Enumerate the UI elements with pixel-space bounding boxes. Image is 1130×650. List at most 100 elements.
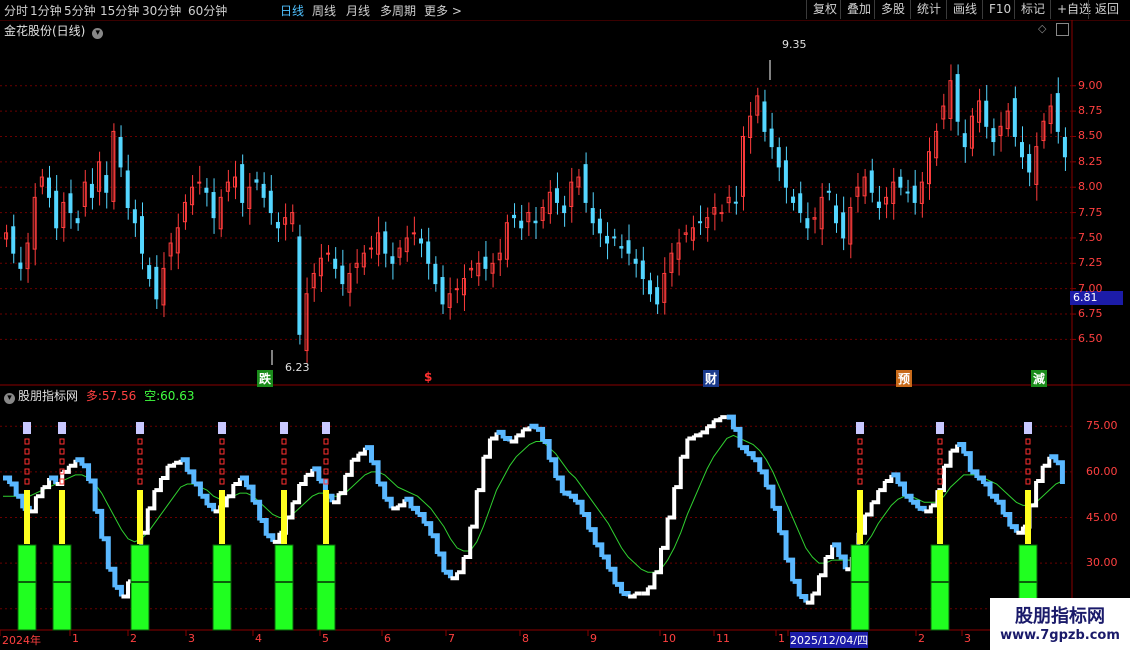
period-tab-8[interactable]: 月线	[346, 2, 370, 19]
toolbar-button-0[interactable]: 复权	[806, 0, 843, 19]
signal-bar	[930, 544, 950, 631]
candle-body	[419, 238, 424, 244]
duo-line-segment	[417, 511, 427, 524]
candle-body	[898, 176, 903, 188]
duo-line-segment	[608, 566, 618, 585]
signal-dollar[interactable]: $	[422, 370, 435, 384]
candle-body	[533, 220, 538, 224]
period-tab-1[interactable]: 1分钟	[30, 2, 62, 19]
x-tick-label: 3	[188, 632, 195, 645]
candle-body	[869, 170, 874, 193]
candle-body	[118, 136, 123, 168]
toolbar-button-6[interactable]: 标记	[1014, 0, 1051, 19]
duo-line-segment	[9, 481, 19, 497]
duo-line-segment	[950, 444, 960, 453]
signal-dash	[1025, 448, 1031, 455]
candle-body	[912, 185, 917, 203]
period-tab-3[interactable]: 15分钟	[100, 2, 139, 19]
signal-bar	[52, 544, 72, 631]
chart-canvas	[0, 20, 1130, 650]
toolbar-button-3[interactable]: 统计	[910, 0, 947, 19]
x-tick-label: 9	[590, 632, 597, 645]
diamond-icon[interactable]: ◇	[1038, 22, 1046, 35]
toolbar-button-8[interactable]: 返回	[1088, 0, 1125, 19]
toolbar-button-1[interactable]: 叠加	[840, 0, 877, 19]
candle-body	[798, 193, 803, 214]
duo-line-segment	[457, 557, 466, 575]
chevron-down-icon[interactable]: ▾	[92, 28, 104, 39]
signal-stem	[281, 490, 287, 544]
signal-dash	[323, 438, 329, 445]
y-tick-label: 7.00	[1078, 281, 1103, 295]
duo-line-segment	[667, 487, 677, 520]
signal-die[interactable]: 跌	[257, 370, 274, 387]
duo-line-segment	[621, 591, 631, 597]
duo-line-segment	[654, 547, 664, 575]
panel-toggle-icon[interactable]	[1056, 23, 1069, 36]
signal-dash	[137, 478, 143, 485]
duo-line-segment	[483, 438, 492, 459]
duo-label: 多:	[85, 389, 102, 403]
high-price-label: 9.35	[782, 38, 807, 51]
duo-line-segment	[1009, 524, 1019, 533]
x-tick-label: 11	[716, 632, 730, 645]
toolbar-button-2[interactable]: 多股	[874, 0, 911, 19]
duo-line-segment	[976, 475, 986, 485]
duo-line-segment	[865, 502, 874, 517]
duo-line-segment	[911, 499, 921, 509]
signal-dash	[137, 448, 143, 455]
candle-body	[11, 226, 16, 254]
signal-dash	[24, 438, 30, 445]
x-tick-label: 2	[130, 632, 137, 645]
signal-dash	[59, 458, 65, 465]
period-toolbar: 分时 1分钟 5分钟 15分钟 30分钟 60分钟 日线 周线 月线 多周期 更多 > 复权 叠加 多股统…	[0, 0, 1130, 21]
signal-dash	[1025, 438, 1031, 445]
period-tab-10[interactable]: 更多 >	[424, 2, 462, 19]
period-tab-4[interactable]: 30分钟	[142, 2, 181, 19]
period-tab-7[interactable]: 周线	[312, 2, 336, 19]
candle-body	[562, 205, 567, 214]
duo-line-segment	[259, 518, 269, 536]
period-tab-6[interactable]: 日线	[280, 2, 304, 19]
duo-line-segment	[707, 420, 716, 429]
signal-dash	[24, 458, 30, 465]
duo-line-segment	[878, 481, 887, 493]
period-tab-9[interactable]: 多周期	[380, 2, 416, 19]
signal-cap	[136, 422, 144, 434]
gear-icon[interactable]: ▾	[4, 393, 15, 404]
signal-stem	[857, 490, 863, 544]
candle-body	[554, 188, 559, 203]
candle-body	[47, 177, 52, 198]
duo-line-segment	[661, 517, 670, 550]
candle-body	[655, 287, 660, 305]
duo-line-segment	[884, 474, 894, 484]
duo-line-segment	[397, 499, 407, 508]
y-tick-label: 9.00	[1078, 78, 1103, 92]
signal-bar	[850, 544, 870, 631]
signal-stem	[219, 490, 225, 544]
duo-line-segment	[358, 447, 367, 456]
x-tick-label: 1	[778, 632, 785, 645]
period-tab-5[interactable]: 60分钟	[188, 2, 227, 19]
signal-bar	[130, 544, 150, 631]
signal-dash	[137, 438, 143, 445]
signal-dash	[323, 458, 329, 465]
candle-body	[326, 252, 331, 255]
candle-body	[18, 262, 23, 269]
signal-cai[interactable]: 财	[703, 370, 720, 387]
duo-line-segment	[101, 536, 111, 570]
signal-jian[interactable]: 減	[1031, 370, 1048, 387]
signal-dash	[281, 438, 287, 445]
candle-body	[211, 192, 216, 219]
duo-line-segment	[568, 493, 578, 503]
toolbar-button-5[interactable]: F10	[982, 0, 1017, 19]
signal-dash	[937, 438, 943, 445]
period-tab-2[interactable]: 5分钟	[64, 2, 96, 19]
signal-yu[interactable]: 预	[896, 370, 913, 387]
period-tab-0[interactable]: 分时	[4, 2, 28, 19]
candle-body	[1055, 93, 1060, 132]
duo-line-segment	[693, 432, 703, 438]
candle-body	[340, 265, 345, 285]
toolbar-button-4[interactable]: 画线	[946, 0, 983, 19]
low-price-label: 6.23	[285, 361, 310, 374]
